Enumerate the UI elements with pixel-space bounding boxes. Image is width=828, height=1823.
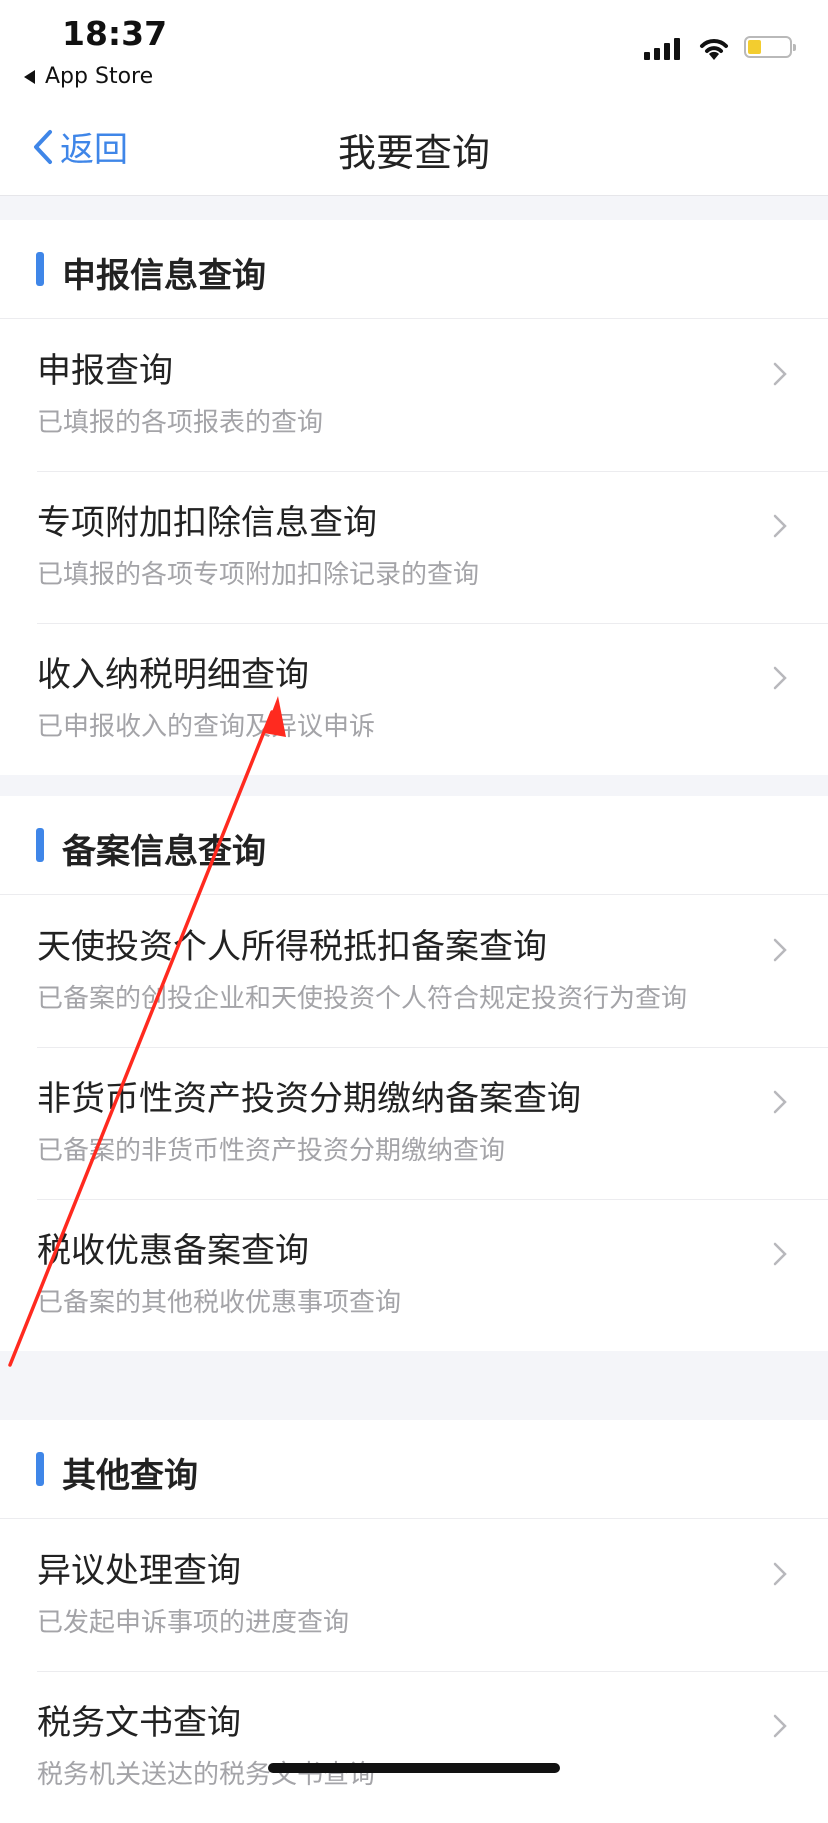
item-title: 天使投资个人所得税抵扣备案查询 [37, 927, 547, 967]
item-description: 已备案的其他税收优惠事项查询 [37, 1288, 402, 1318]
item-description: 已备案的创投企业和天使投资个人符合规定投资行为查询 [37, 984, 688, 1014]
chevron-right-icon [773, 666, 787, 690]
chevron-right-icon [773, 938, 787, 962]
item-title: 非货币性资产投资分期缴纳备案查询 [37, 1079, 581, 1119]
section-accent-bar [36, 1452, 44, 1486]
item-description: 已发起申诉事项的进度查询 [37, 1608, 350, 1638]
section-title: 其他查询 [62, 1456, 198, 1496]
list-item-special-deduction-query[interactable]: 专项附加扣除信息查询 已填报的各项专项附加扣除记录的查询 [0, 471, 828, 623]
status-bar: 18:37 App Store [0, 0, 828, 100]
navigation-bar: 返回 我要查询 [0, 100, 828, 196]
item-title: 申报查询 [37, 351, 173, 391]
section-accent-bar [36, 252, 44, 286]
item-title: 税务文书查询 [37, 1703, 241, 1743]
back-app-label: App Store [45, 64, 154, 89]
section-header: 其他查询 [0, 1420, 828, 1519]
list-item-tax-document-query[interactable]: 税务文书查询 税务机关送达的税务文书查询 [0, 1671, 828, 1823]
page-title: 我要查询 [337, 131, 490, 175]
item-title: 收入纳税明细查询 [37, 655, 309, 695]
cellular-signal-icon [644, 36, 680, 60]
item-description: 已备案的非货币性资产投资分期缴纳查询 [37, 1136, 506, 1166]
list-item-angel-investment-filing-query[interactable]: 天使投资个人所得税抵扣备案查询 已备案的创投企业和天使投资个人符合规定投资行为查… [0, 895, 828, 1047]
item-title: 异议处理查询 [37, 1551, 241, 1591]
back-triangle-icon [24, 69, 35, 84]
wifi-icon [700, 39, 728, 60]
section-title: 备案信息查询 [62, 832, 266, 872]
list-item-declaration-query[interactable]: 申报查询 已填报的各项报表的查询 [0, 319, 828, 471]
section-filing-info: 备案信息查询 天使投资个人所得税抵扣备案查询 已备案的创投企业和天使投资个人符合… [0, 796, 828, 1351]
section-declaration-info: 申报信息查询 申报查询 已填报的各项报表的查询 专项附加扣除信息查询 已填报的各… [0, 220, 828, 775]
item-description: 已填报的各项专项附加扣除记录的查询 [37, 560, 480, 590]
back-to-app-link[interactable]: App Store [24, 64, 153, 89]
item-title: 专项附加扣除信息查询 [37, 503, 377, 543]
chevron-right-icon [773, 1242, 787, 1266]
list-item-income-tax-detail-query[interactable]: 收入纳税明细查询 已申报收入的查询及异议申诉 [0, 623, 828, 775]
item-description: 已填报的各项报表的查询 [37, 408, 324, 438]
section-header: 备案信息查询 [0, 796, 828, 895]
section-header: 申报信息查询 [0, 220, 828, 319]
section-title: 申报信息查询 [62, 256, 266, 296]
chevron-right-icon [773, 362, 787, 386]
chevron-right-icon [773, 514, 787, 538]
home-indicator [268, 1763, 560, 1773]
chevron-right-icon [773, 1090, 787, 1114]
status-time: 18:37 [62, 14, 168, 53]
battery-icon [744, 36, 796, 58]
chevron-right-icon [773, 1714, 787, 1738]
list-item-tax-incentive-filing-query[interactable]: 税收优惠备案查询 已备案的其他税收优惠事项查询 [0, 1199, 828, 1351]
item-title: 税收优惠备案查询 [37, 1231, 309, 1271]
section-accent-bar [36, 828, 44, 862]
chevron-right-icon [773, 1562, 787, 1586]
item-description: 已申报收入的查询及异议申诉 [37, 712, 376, 742]
list-item-non-monetary-asset-filing-query[interactable]: 非货币性资产投资分期缴纳备案查询 已备案的非货币性资产投资分期缴纳查询 [0, 1047, 828, 1199]
list-item-objection-handling-query[interactable]: 异议处理查询 已发起申诉事项的进度查询 [0, 1519, 828, 1671]
